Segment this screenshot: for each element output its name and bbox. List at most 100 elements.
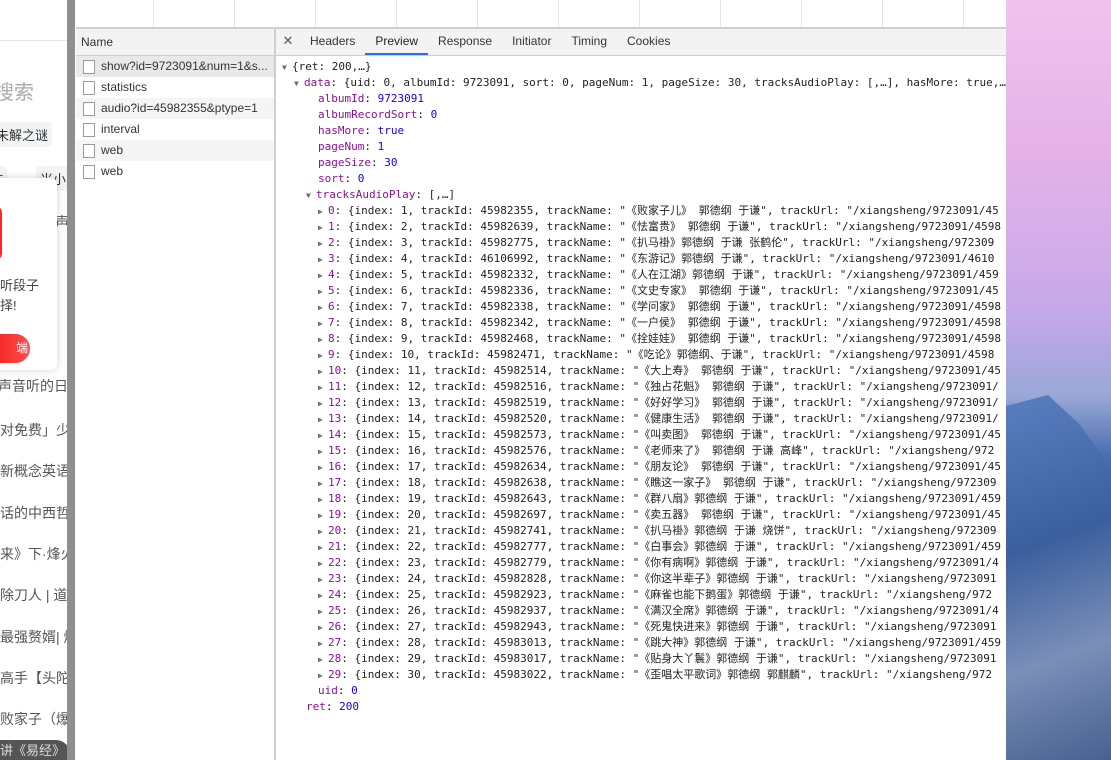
expand-triangle-icon[interactable]: ▶ [318,460,328,476]
expand-triangle-icon[interactable]: ▶ [318,236,328,252]
expand-triangle-icon[interactable]: ▶ [318,252,328,268]
expand-triangle-icon[interactable]: ▶ [318,220,328,236]
track-row[interactable]: ▶ 6: {index: 7, trackId: 45982338, trackN… [318,299,1001,315]
track-row[interactable]: ▶ 4: {index: 5, trackId: 45982332, trackN… [318,267,999,283]
search-fragment[interactable]: 搜索 [0,76,34,105]
expand-triangle-icon[interactable]: ▶ [318,364,328,380]
request-row[interactable]: show?id=9723091&num=1&s... [76,56,274,77]
track-row[interactable]: ▶ 9: {index: 10, trackId: 45982471, track… [318,347,994,363]
track-row[interactable]: ▶ 0: {index: 1, trackId: 45982355, trackN… [318,203,999,219]
expand-triangle-icon[interactable]: ▶ [318,540,328,556]
request-row[interactable]: web [76,140,274,161]
track-row[interactable]: ▶ 13: {index: 14, trackId: 45982520, trac… [318,411,999,427]
track-row[interactable]: ▶ 19: {index: 20, trackId: 45982697, trac… [318,507,1001,523]
expand-triangle-icon[interactable]: ▶ [318,316,328,332]
expand-triangle-icon[interactable]: ▼ [282,60,292,76]
expand-triangle-icon[interactable]: ▶ [318,396,328,412]
tab-response[interactable]: Response [428,29,502,55]
track-row[interactable]: ▶ 22: {index: 23, trackId: 45982779, trac… [318,555,999,571]
expand-triangle-icon[interactable]: ▶ [318,572,328,588]
popup-text: 择! [0,298,17,313]
track-row[interactable]: ▶ 10: {index: 11, trackId: 45982514, trac… [318,363,1001,379]
track-row[interactable]: ▶ 7: {index: 8, trackId: 45982342, trackN… [318,315,1001,331]
json-data-node[interactable]: ▼ data: {uid: 0, albumId: 9723091, sort: … [294,75,1006,91]
request-row[interactable]: web [76,161,274,182]
track-row[interactable]: ▶ 2: {index: 3, trackId: 45982775, trackN… [318,235,994,251]
track-url: /xiangsheng/9723091/45 [855,460,1001,473]
page-scrollbar[interactable] [67,0,76,760]
expand-triangle-icon[interactable]: ▼ [306,188,316,204]
expand-triangle-icon[interactable]: ▶ [318,300,328,316]
list-item[interactable]: 最强赘婿| 爆 [0,627,67,647]
track-row[interactable]: ▶ 5: {index: 6, trackId: 45982336, trackN… [318,283,999,299]
request-row[interactable]: statistics [76,77,274,98]
expand-triangle-icon[interactable]: ▶ [318,412,328,428]
track-row[interactable]: ▶ 1: {index: 2, trackId: 45982639, trackN… [318,219,1001,235]
expand-triangle-icon[interactable]: ▶ [318,332,328,348]
tab-initiator[interactable]: Initiator [502,29,561,55]
track-row[interactable]: ▶ 8: {index: 9, trackId: 45982468, trackN… [318,331,1001,347]
expand-triangle-icon[interactable]: ▶ [318,508,328,524]
track-row[interactable]: ▶ 18: {index: 19, trackId: 45982643, trac… [318,491,1001,507]
track-row[interactable]: ▶ 11: {index: 12, trackId: 45982516, trac… [318,379,999,395]
track-row[interactable]: ▶ 26: {index: 27, trackId: 45982943, trac… [318,619,996,635]
list-item[interactable]: 来》下·烽火 [0,544,67,564]
track-row[interactable]: ▶ 14: {index: 15, trackId: 45982573, trac… [318,427,1001,443]
list-item[interactable]: 高手【头陀渊 [0,668,67,688]
list-item[interactable]: 除刀人 | 道门 [0,585,67,605]
expand-triangle-icon[interactable]: ▶ [318,556,328,572]
track-row[interactable]: ▶ 24: {index: 25, trackId: 45982923, trac… [318,587,992,603]
request-row[interactable]: audio?id=45982355&ptype=1 [76,98,274,119]
json-tracks-node[interactable]: ▼ tracksAudioPlay: [,…] [306,187,455,203]
expand-triangle-icon[interactable]: ▶ [318,476,328,492]
track-row[interactable]: ▶ 20: {index: 21, trackId: 45982741, trac… [318,523,996,539]
expand-triangle-icon[interactable]: ▶ [318,284,328,300]
json-root-node[interactable]: ▼ {ret: 200,…} [282,59,371,75]
track-row[interactable]: ▶ 29: {index: 30, trackId: 45983022, trac… [318,667,992,683]
expand-triangle-icon[interactable]: ▶ [318,668,328,684]
expand-triangle-icon[interactable]: ▶ [318,380,328,396]
expand-triangle-icon[interactable]: ▶ [318,268,328,284]
track-row[interactable]: ▶ 28: {index: 29, trackId: 45983017, trac… [318,651,996,667]
expand-triangle-icon[interactable]: ▶ [318,348,328,364]
tab-cookies[interactable]: Cookies [617,29,680,55]
expand-triangle-icon[interactable]: ▶ [318,604,328,620]
expand-triangle-icon[interactable]: ▶ [318,620,328,636]
expand-triangle-icon[interactable]: ▶ [318,636,328,652]
track-url: /xiangsheng/9723091/45 [853,284,999,297]
track-row[interactable]: ▶ 21: {index: 22, trackId: 45982777, trac… [318,539,1001,555]
list-item[interactable]: 新概念英语 [0,461,67,481]
tab-headers[interactable]: Headers [300,29,365,55]
expand-triangle-icon[interactable]: ▶ [318,652,328,668]
track-array-index: 7 [328,316,335,329]
track-row[interactable]: ▶ 3: {index: 4, trackId: 46106992, trackN… [318,251,994,267]
name-column-header[interactable]: Name [76,29,274,56]
download-button[interactable]: 端 [0,334,30,363]
track-row[interactable]: ▶ 16: {index: 17, trackId: 45982634, trac… [318,459,1001,475]
list-item[interactable]: 声音听的日 [0,376,67,396]
network-timeline-overview[interactable] [76,0,1006,29]
scrollbar-thumb[interactable] [67,0,75,760]
track-row[interactable]: ▶ 25: {index: 26, trackId: 45982937, trac… [318,603,999,619]
list-item[interactable]: 话的中西哲学 [0,503,67,523]
close-icon[interactable]: ✕ [276,29,300,55]
request-row[interactable]: interval [76,119,274,140]
floating-player-bar[interactable]: 讲《易经》 [0,740,67,760]
hot-search-chip[interactable]: 未解之谜 [0,122,53,147]
tab-timing[interactable]: Timing [561,29,617,55]
expand-triangle-icon[interactable]: ▶ [318,588,328,604]
tab-preview[interactable]: Preview [365,29,429,55]
track-row[interactable]: ▶ 12: {index: 13, trackId: 45982519, trac… [318,395,999,411]
track-row[interactable]: ▶ 15: {index: 16, trackId: 45982576, trac… [318,443,994,459]
expand-triangle-icon[interactable]: ▶ [318,204,328,220]
track-row[interactable]: ▶ 23: {index: 24, trackId: 45982828, trac… [318,571,996,587]
track-row[interactable]: ▶ 27: {index: 28, trackId: 45983013, trac… [318,635,1001,651]
expand-triangle-icon[interactable]: ▶ [318,444,328,460]
track-row[interactable]: ▶ 17: {index: 18, trackId: 45982638, trac… [318,475,996,491]
expand-triangle-icon[interactable]: ▶ [318,428,328,444]
expand-triangle-icon[interactable]: ▶ [318,492,328,508]
list-item[interactable]: 对免费」少儿 [0,420,67,440]
list-item[interactable]: 败家子（爆笑 [0,709,67,729]
expand-triangle-icon[interactable]: ▶ [318,524,328,540]
expand-triangle-icon[interactable]: ▼ [294,76,304,92]
